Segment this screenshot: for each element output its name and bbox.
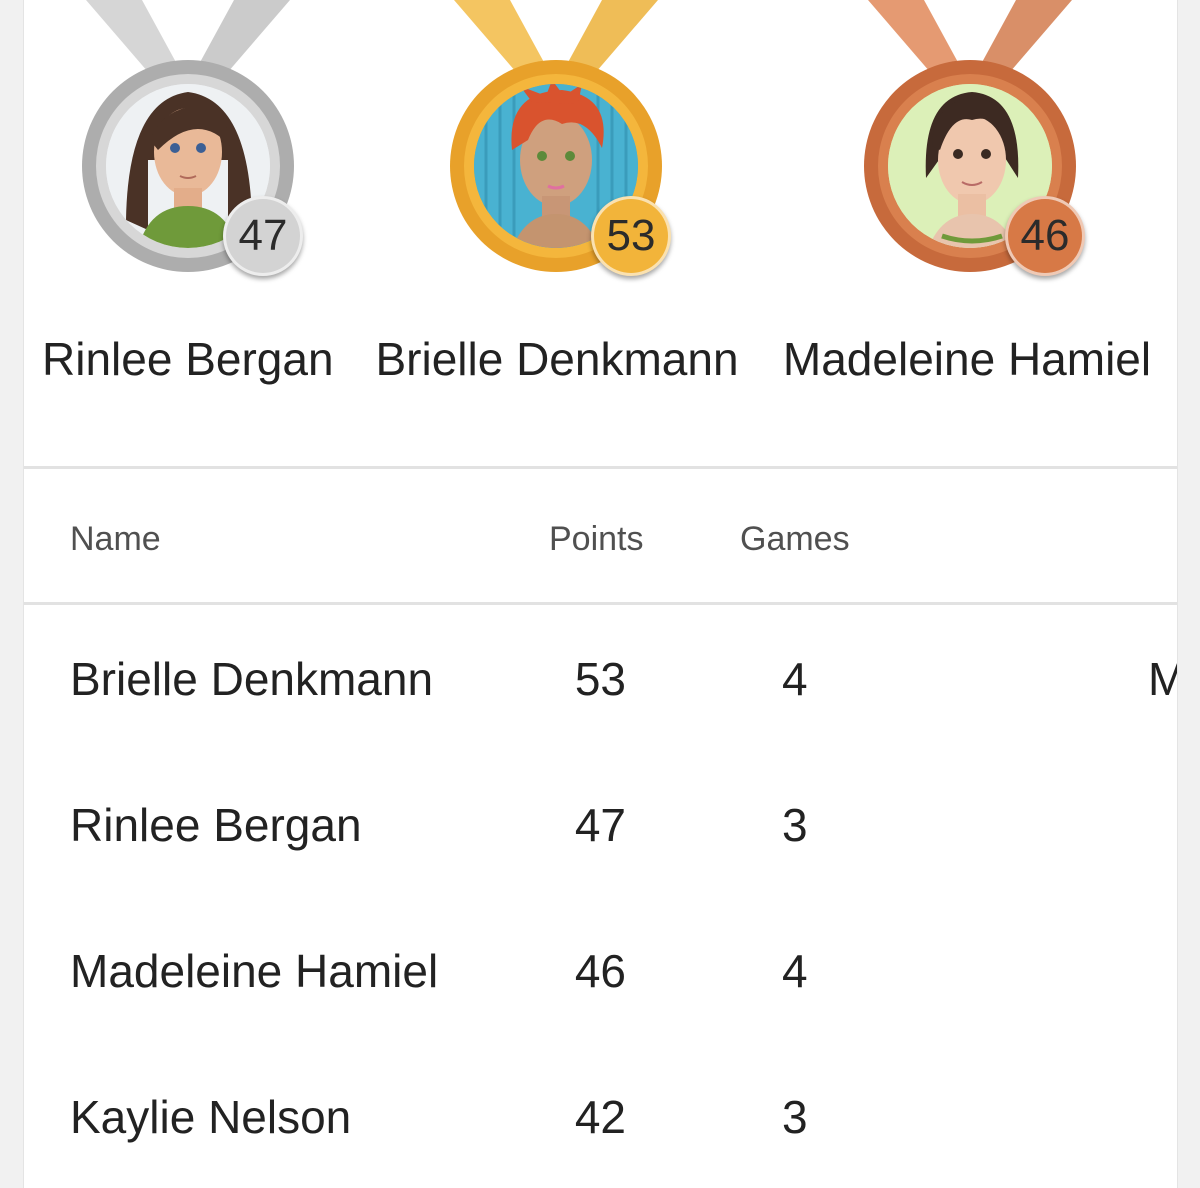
points-badge: 46	[1005, 196, 1085, 276]
truncated-cell: M	[1148, 652, 1177, 706]
divider	[24, 602, 1177, 605]
podium: 47 Rinlee Bergan 53 Brielle Denkmann 46 …	[24, 0, 1177, 467]
column-header-name[interactable]: Name	[70, 520, 161, 559]
player-points: 46	[574, 945, 626, 997]
table-row[interactable]: Brielle Denkmann 53 4 M	[24, 606, 1177, 752]
player-points: 42	[574, 1091, 626, 1143]
divider	[24, 466, 1177, 469]
column-header-games[interactable]: Games	[740, 520, 850, 559]
player-games: 4	[782, 653, 808, 705]
points-badge: 53	[591, 196, 671, 276]
podium-name: Madeleine Hamiel	[782, 333, 1152, 385]
podium-medal-silver[interactable]: 47	[68, 0, 308, 290]
table-row[interactable]: Kaylie Nelson 42 3	[24, 1044, 1177, 1188]
player-games: 3	[782, 799, 808, 851]
table-row[interactable]: Madeleine Hamiel 46 4	[24, 898, 1177, 1044]
column-header-points[interactable]: Points	[549, 520, 644, 559]
table-row[interactable]: Rinlee Bergan 47 3	[24, 752, 1177, 898]
podium-name: Brielle Denkmann	[375, 333, 739, 385]
player-points: 47	[574, 799, 626, 851]
leaderboard-card: 47 Rinlee Bergan 53 Brielle Denkmann 46 …	[23, 0, 1178, 1188]
points-badge: 47	[223, 196, 303, 276]
player-points: 53	[574, 653, 626, 705]
player-games: 3	[782, 1091, 808, 1143]
podium-name: Rinlee Bergan	[42, 333, 334, 385]
player-name: Madeleine Hamiel	[70, 945, 439, 997]
player-name: Kaylie Nelson	[70, 1091, 352, 1143]
player-name: Brielle Denkmann	[70, 653, 434, 705]
podium-medal-bronze[interactable]: 46	[850, 0, 1090, 290]
player-name: Rinlee Bergan	[70, 799, 362, 851]
podium-medal-gold[interactable]: 53	[436, 0, 676, 290]
player-games: 4	[782, 945, 808, 997]
